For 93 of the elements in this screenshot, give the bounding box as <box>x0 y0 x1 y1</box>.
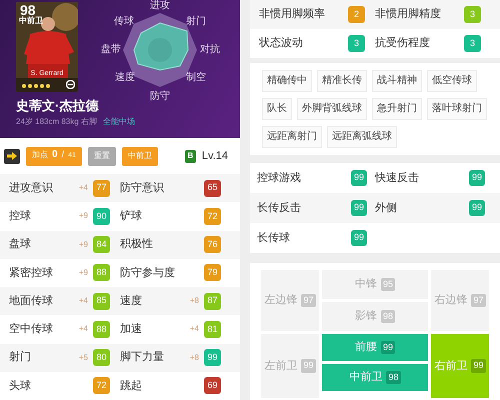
skill-tag: 外脚背弧线球 <box>297 98 367 120</box>
radar-label: 射门 <box>186 17 206 27</box>
stat-label: 紧密控球 <box>9 266 53 281</box>
skill-tag: 战斗精神 <box>372 70 422 92</box>
bonus-text: +9 <box>78 210 88 222</box>
bonus-text: +4 <box>78 182 88 194</box>
stat-label: 非惯用脚频率 <box>259 6 325 22</box>
stat-label: 脚下力量 <box>120 350 164 366</box>
bonus-text: +4 <box>78 295 88 308</box>
skill-tag: 远距离射门 <box>262 126 322 148</box>
rating-badge: 77 <box>93 180 110 197</box>
rating-badge: 99 <box>469 200 485 216</box>
bonus-text: +4 <box>190 323 199 336</box>
skill-tag: 远距离弧线球 <box>327 126 397 148</box>
bonus-text: +9 <box>78 238 88 251</box>
stat-label: 抗受伤程度 <box>375 36 430 52</box>
reset-button[interactable]: 重置 <box>88 146 116 166</box>
rating-badge: 3 <box>464 35 481 52</box>
play-style-label: 控球游戏 <box>257 170 301 186</box>
rating-badge: 79 <box>204 264 221 282</box>
rating-badge: 88 <box>93 264 110 282</box>
arrow-button[interactable] <box>4 148 20 164</box>
stat-label: 防守意识 <box>120 180 164 196</box>
rating-badge: 99 <box>469 170 485 186</box>
radar-label: 制空 <box>186 73 206 83</box>
bonus-text: +8 <box>190 295 199 308</box>
position-cell: 右前卫 99 <box>431 334 489 398</box>
card-position: 中前卫 <box>19 17 43 25</box>
player-name: 史蒂文·杰拉德 <box>16 97 98 115</box>
rating-badge: 72 <box>204 208 221 225</box>
stat-label: 铲球 <box>120 209 142 224</box>
stat-label: 跳起 <box>120 378 142 394</box>
rating-badge: 88 <box>93 320 110 338</box>
rating-badge: 85 <box>93 292 110 310</box>
logo-icon <box>66 80 75 89</box>
skill-tag: 精确传中 <box>262 70 312 92</box>
skill-tag: 精准长传 <box>317 70 367 92</box>
stat-label: 积极性 <box>120 237 153 252</box>
stat-label: 进攻意识 <box>9 180 53 196</box>
position-button[interactable]: 中前卫 <box>122 146 158 166</box>
bonus-text: +4 <box>78 323 88 336</box>
radar-label: 防守 <box>150 92 170 102</box>
rating-badge: 80 <box>93 349 110 366</box>
stat-label: 状态波动 <box>259 36 303 52</box>
stat-label: 射门 <box>9 350 31 366</box>
play-style-label: 长传球 <box>257 230 290 246</box>
rating-badge: 3 <box>348 35 365 52</box>
radar-label: 速度 <box>115 73 135 83</box>
radar-label: 盘带 <box>101 45 121 55</box>
radar-label: 对抗 <box>200 45 220 55</box>
bonus-text: +5 <box>78 352 88 364</box>
rating-badge: 81 <box>204 320 221 338</box>
grade-badge: B <box>184 150 196 162</box>
level-text: Lv.14 <box>202 148 228 164</box>
player-role: 全能中场 <box>102 116 135 128</box>
player-info: 24岁 183cm 83kg 右脚 <box>16 116 97 128</box>
radar-label: 进攻 <box>150 1 170 11</box>
stat-label: 地面传球 <box>9 294 53 309</box>
rating-badge: 90 <box>93 208 110 225</box>
rating-badge: 84 <box>93 236 110 254</box>
stat-label: 防守参与度 <box>120 266 175 281</box>
position-cell: 前腰 99 <box>322 334 428 361</box>
stat-label: 非惯用脚精度 <box>375 6 441 22</box>
skill-tag: 低空传球 <box>427 70 477 92</box>
stat-label: 加速 <box>120 322 142 338</box>
skill-tag: 急升射门 <box>372 98 422 120</box>
rating-badge: 76 <box>204 236 221 254</box>
stat-label: 控球 <box>9 209 31 224</box>
rating-badge: 69 <box>204 377 221 394</box>
rating-badge: 3 <box>464 6 481 23</box>
stat-label: 盘球 <box>9 237 31 252</box>
arrow-right-icon <box>7 152 17 160</box>
stat-label: 头球 <box>9 378 31 394</box>
rating-badge: 2 <box>348 6 365 23</box>
rating-badge: 99 <box>351 200 367 216</box>
rating-badge: 87 <box>204 292 221 310</box>
radar-label: 传球 <box>114 17 134 27</box>
skill-tag: 队长 <box>262 98 292 120</box>
rating-badge: 99 <box>351 170 367 186</box>
bonus-text: +8 <box>190 352 199 364</box>
rating-badge: 65 <box>204 180 221 197</box>
bonus-text: +9 <box>78 266 88 279</box>
stat-label: 速度 <box>120 294 142 309</box>
play-style-label: 外侧 <box>375 200 397 216</box>
skill-tag: 落叶球射门 <box>427 98 487 120</box>
play-style-label: 长传反击 <box>257 200 301 216</box>
stat-label: 空中传球 <box>9 322 53 338</box>
rating-badge: 72 <box>93 377 110 394</box>
position-cell: 中前卫 98 <box>322 364 428 391</box>
card-rating: 98 <box>20 3 36 17</box>
rating-badge: 99 <box>204 349 221 366</box>
play-style-label: 快速反击 <box>375 170 419 186</box>
rating-badge: 99 <box>351 230 367 246</box>
